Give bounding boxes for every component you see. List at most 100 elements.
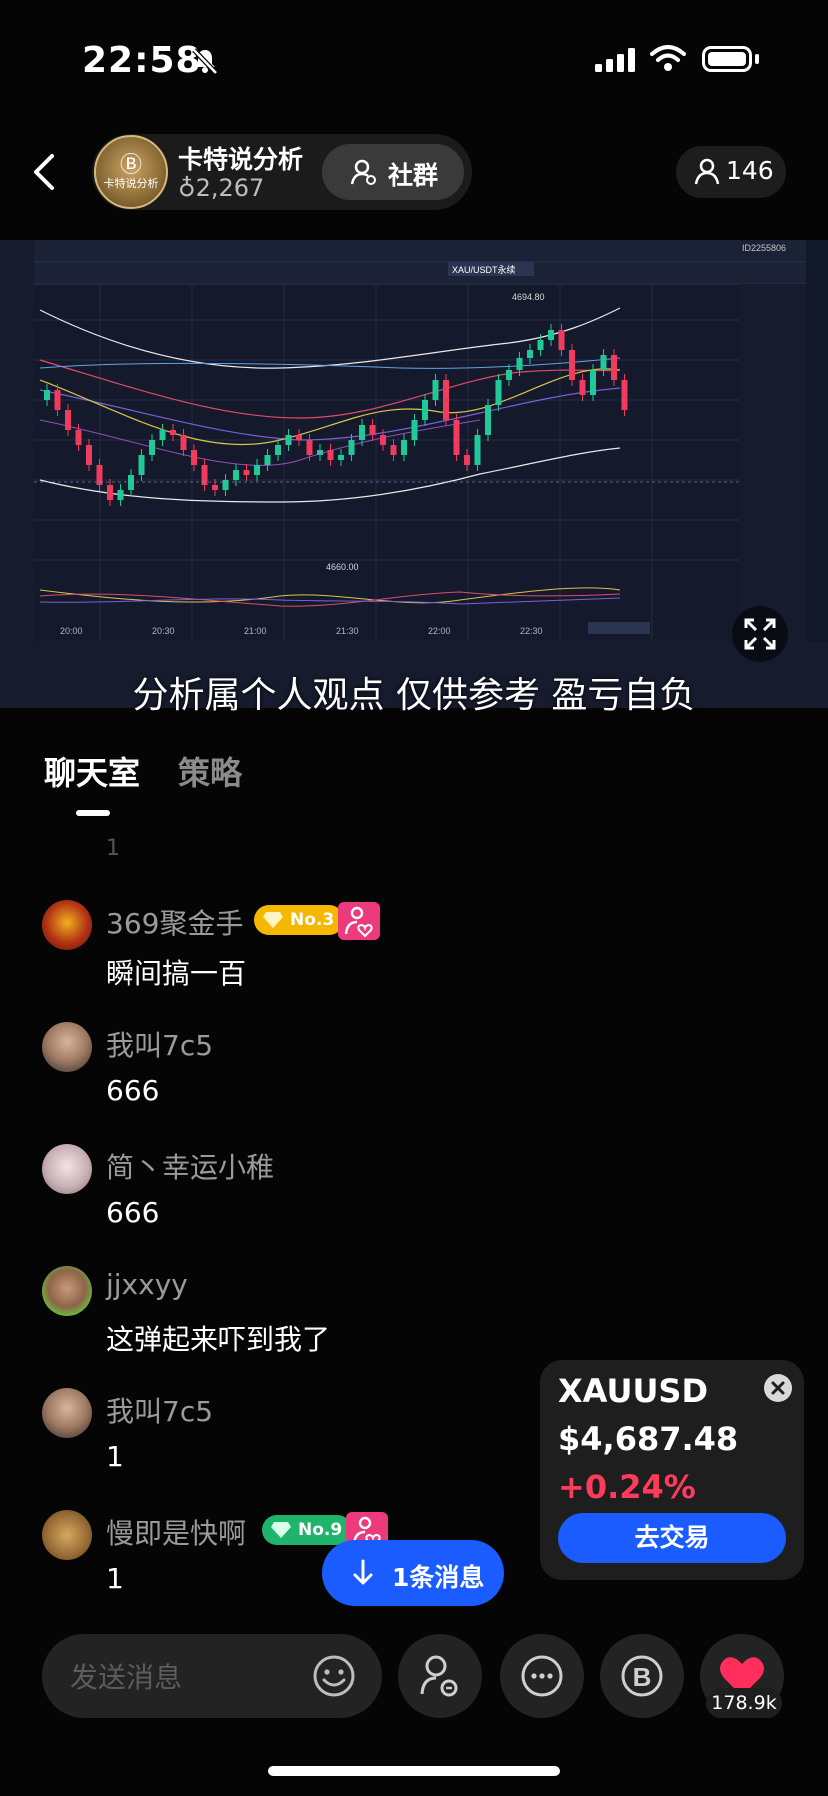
wifi-icon: [650, 45, 686, 71]
candle-body: [548, 330, 554, 340]
price-high-label: 4694.80: [512, 292, 545, 302]
candle-body: [474, 435, 481, 465]
candle-body: [600, 355, 607, 370]
candle-body: [390, 445, 397, 455]
new-message-button[interactable]: 1条消息: [322, 1540, 504, 1606]
candle-body: [516, 358, 523, 370]
candle-body: [359, 425, 365, 440]
candle-body: [44, 390, 50, 400]
trade-button[interactable]: 去交易: [558, 1513, 786, 1563]
rank-badge: No.3: [254, 905, 345, 935]
more-button[interactable]: [500, 1634, 584, 1718]
host-name: 卡特说分析: [178, 145, 304, 174]
logo-text: 卡特说分析: [103, 177, 159, 190]
user-avatar[interactable]: [42, 1510, 92, 1560]
user-name[interactable]: 慢即是快啊: [106, 1512, 246, 1552]
user-avatar[interactable]: [42, 900, 92, 950]
message-text: 666: [106, 1196, 160, 1229]
message-input-box[interactable]: [42, 1634, 382, 1718]
candle-body: [254, 465, 260, 475]
fullscreen-button[interactable]: [732, 606, 788, 662]
more-icon: [521, 1655, 563, 1697]
candle-body: [65, 410, 71, 430]
candle-body: [569, 350, 575, 380]
candle-body: [243, 470, 250, 475]
candle-body: [495, 380, 502, 405]
home-indicator[interactable]: [268, 1766, 560, 1776]
user-name[interactable]: 简丶幸运小稚: [106, 1146, 274, 1186]
viewer-count: 146: [726, 156, 774, 185]
time-axis-label: 21:00: [244, 626, 267, 636]
candle-body: [611, 355, 617, 380]
candle-body: [590, 370, 596, 395]
candle-body: [212, 485, 218, 490]
candle-body: [191, 450, 197, 465]
message-text: 这弹起来吓到我了: [106, 1323, 331, 1356]
card-close-button[interactable]: [764, 1374, 792, 1402]
message-input[interactable]: [68, 1654, 312, 1700]
new-message-label: 1条消息: [392, 1563, 485, 1592]
back-icon[interactable]: [30, 152, 58, 192]
chart-id: ID2255806: [742, 243, 786, 253]
candle-body: [432, 380, 439, 400]
community-user-icon: [350, 159, 376, 185]
tab-active-indicator: [76, 810, 110, 816]
user-avatar[interactable]: [42, 1388, 92, 1438]
candle-body: [117, 490, 124, 500]
close-icon: [771, 1381, 785, 1395]
tab-strategy[interactable]: 策略: [178, 748, 242, 794]
viewer-count-pill[interactable]: 146: [676, 146, 786, 198]
user-action-button[interactable]: [398, 1634, 482, 1718]
like-count: 178.9k: [706, 1688, 782, 1718]
candle-body: [558, 330, 565, 350]
candle-body: [149, 440, 155, 455]
card-change: +0.24%: [558, 1468, 696, 1506]
faded-message: 1: [106, 836, 120, 861]
candle-body: [485, 405, 491, 435]
candle-body: [275, 445, 281, 455]
candle-body: [506, 370, 512, 380]
candle-body: [411, 420, 418, 440]
time-axis-label: 22:00: [428, 626, 451, 636]
candle-body: [159, 430, 166, 440]
user-avatar[interactable]: [42, 1144, 92, 1194]
emoji-icon[interactable]: [312, 1654, 356, 1698]
candle-body: [401, 440, 407, 455]
candle-body: [285, 435, 292, 445]
tab-chat-room[interactable]: 聊天室: [44, 748, 140, 794]
card-symbol: XAUUSD: [558, 1372, 709, 1410]
fullscreen-icon: [744, 618, 776, 650]
message-text: 666: [106, 1074, 160, 1107]
candle-body: [464, 455, 470, 465]
candle-body: [327, 450, 334, 460]
candle-body: [86, 445, 92, 465]
community-button[interactable]: 社群: [322, 144, 464, 200]
user-name[interactable]: 我叫7c5: [106, 1024, 213, 1064]
candle-body: [233, 470, 239, 480]
candle-body: [296, 435, 302, 440]
coin-button[interactable]: B: [600, 1634, 684, 1718]
candle-body: [170, 430, 176, 435]
viewer-user-icon: [694, 158, 720, 185]
host-avatar[interactable]: Ⓑ 卡特说分析: [94, 135, 168, 209]
battery-icon: [702, 46, 752, 72]
user-name[interactable]: 我叫7c5: [106, 1390, 213, 1430]
candle-body: [453, 420, 460, 455]
candle-body: [579, 380, 586, 395]
card-price: $4,687.48: [558, 1420, 739, 1458]
candle-body: [537, 340, 544, 350]
time-axis-label: 22:30: [520, 626, 543, 636]
user-name[interactable]: jjxxyy: [106, 1268, 188, 1301]
message-text: 1: [106, 1562, 124, 1595]
stream-video[interactable]: XAU/USDT永续 ID2255806 4694.80 4660.00 20:…: [0, 240, 828, 708]
price-card: XAUUSD $4,687.48 +0.24% 去交易: [540, 1360, 804, 1580]
arrow-down-icon: [353, 1559, 373, 1585]
user-name[interactable]: 369聚金手: [106, 902, 243, 942]
diamond-icon: [271, 1522, 291, 1538]
candle-body: [306, 440, 313, 455]
chart-symbol: XAU/USDT永续: [452, 264, 516, 275]
bell-muted-icon: [192, 48, 218, 75]
user-avatar[interactable]: [42, 1022, 92, 1072]
user-avatar[interactable]: [42, 1266, 92, 1316]
fan-heart-badge: [338, 902, 380, 940]
